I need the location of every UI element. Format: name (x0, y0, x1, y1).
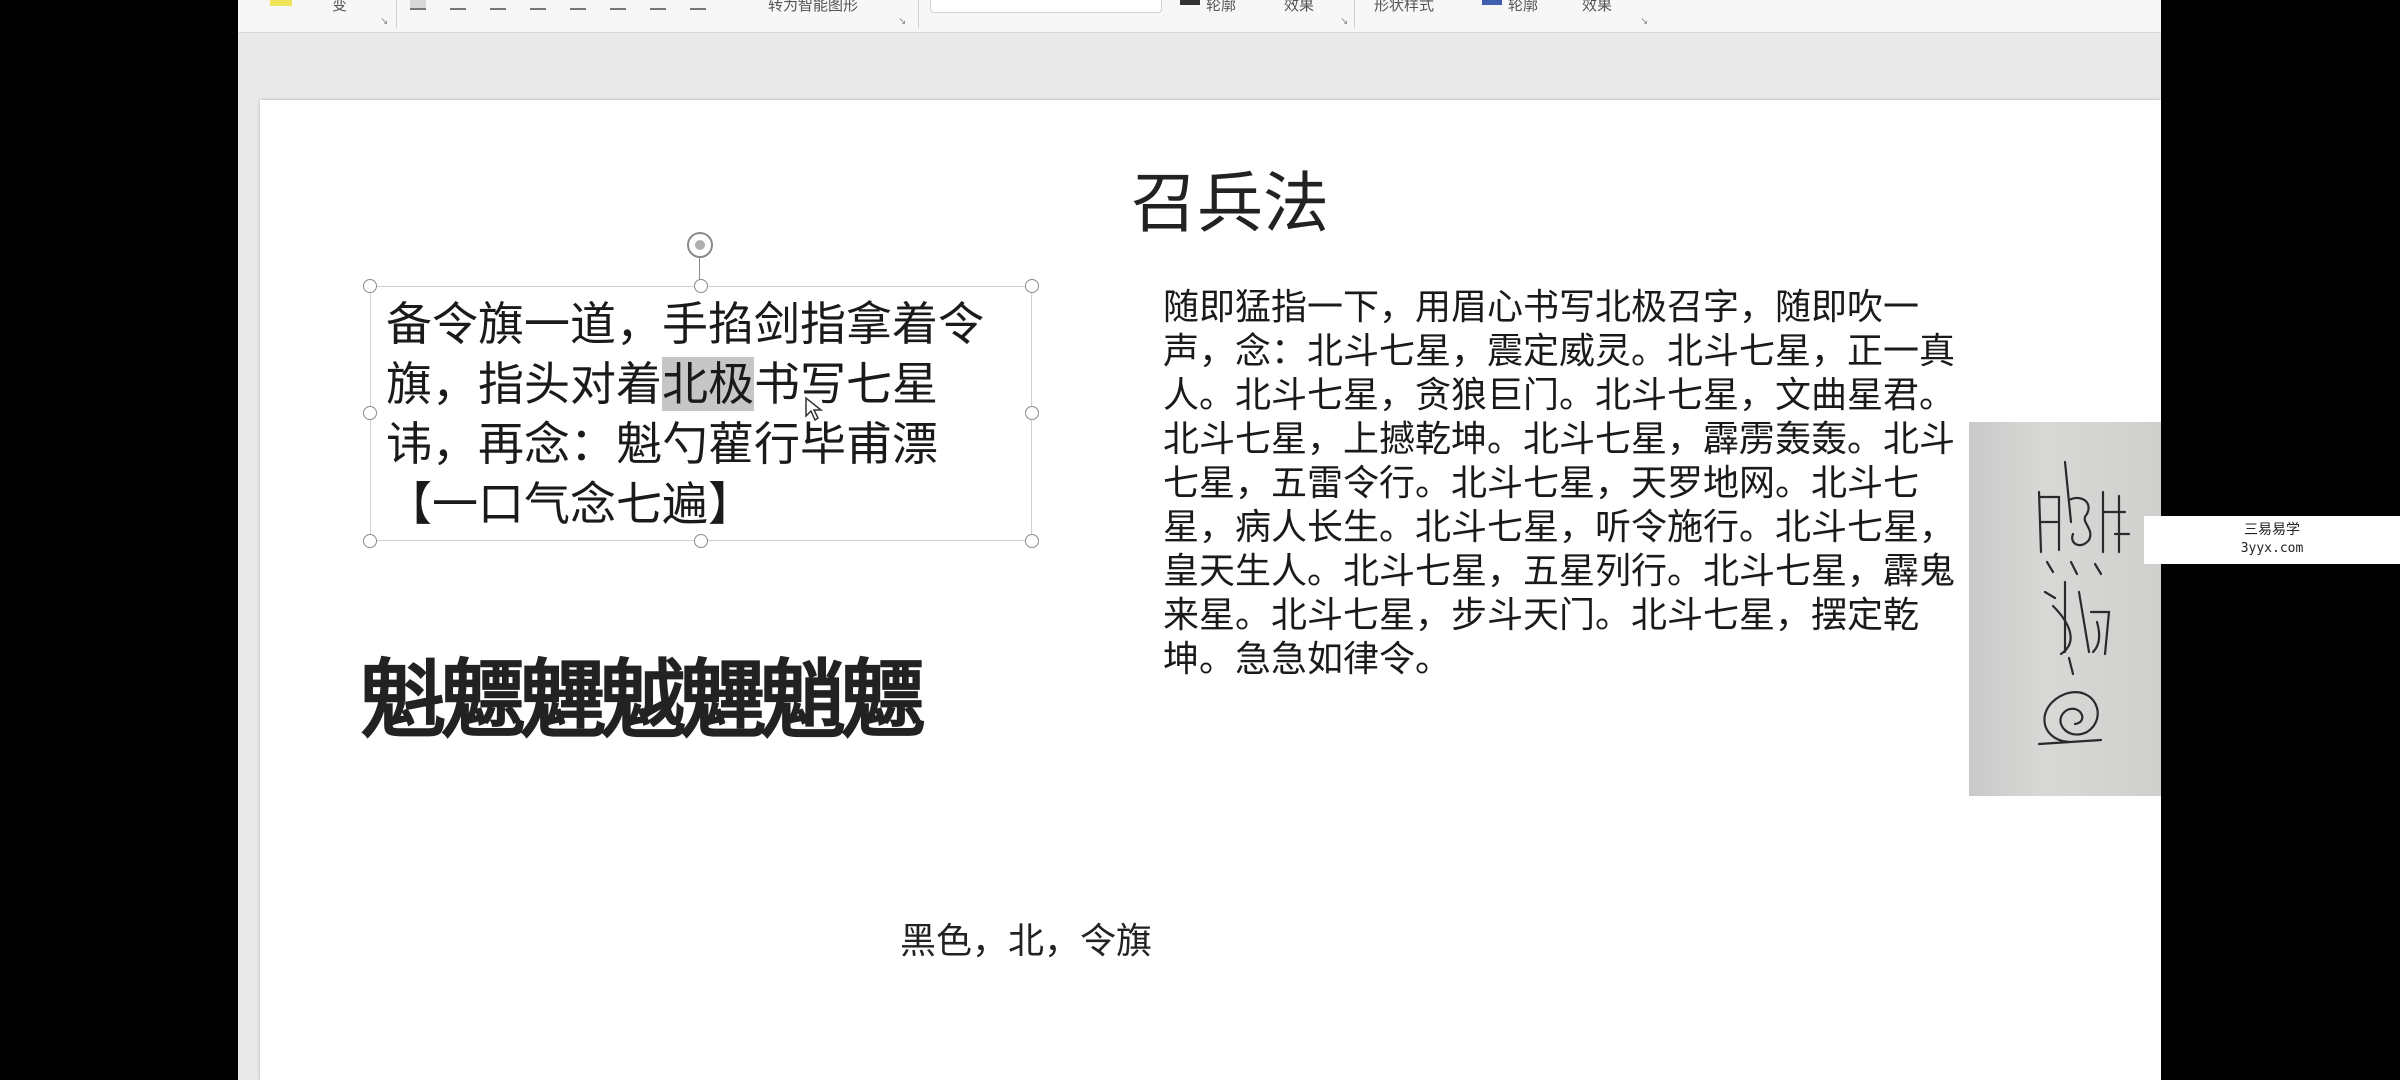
smartart-convert-button[interactable]: 转为智能图形 (768, 0, 858, 15)
rotate-handle-icon[interactable] (687, 232, 713, 258)
font-dialog-launcher-icon[interactable]: ↘ (380, 16, 388, 27)
shape-fill-icon[interactable] (1180, 0, 1200, 5)
align-left-icon[interactable] (410, 0, 426, 10)
paragraph-dialog-launcher-icon[interactable]: ↘ (898, 16, 906, 27)
justify-icon[interactable] (530, 0, 546, 10)
align-text-icon[interactable] (690, 0, 706, 10)
instruction-text[interactable]: 备令旗一道，手掐剑指拿着令旗，指头对着北极书写七星讳，再念：魁勺雚行毕甫漂【一口… (386, 294, 1026, 534)
ribbon-separator (1354, 0, 1355, 28)
text-outline-button[interactable]: 轮廓 (1508, 0, 1538, 15)
resize-handle-left[interactable] (363, 406, 377, 420)
shape-outline-button[interactable]: 轮廓 (1206, 0, 1236, 15)
watermark-url: 3yyx.com (2240, 541, 2304, 556)
slide-canvas[interactable]: 召兵法 备令旗一道，手掐剑指拿着令旗，指头对着北极书写七星讳，再念：魁勺雚行毕甫… (260, 100, 2161, 1080)
shape-gallery-box[interactable] (930, 0, 1162, 13)
resize-handle-top-right[interactable] (1025, 279, 1039, 293)
note-text[interactable]: 黑色，北，令旗 (900, 912, 1152, 964)
line-spacing-icon[interactable] (610, 0, 626, 10)
highlight-color-icon[interactable] (270, 0, 292, 6)
seven-star-taboo-characters[interactable]: 魁魒魓魆魓魈魒 (360, 630, 1080, 755)
wordart-dialog-launcher-icon[interactable]: ↘ (1640, 16, 1648, 27)
incantation-text[interactable]: 随即猛指一下，用眉心书写北极召字，随即吹一声，念：北斗七星，震定威灵。北斗七星，… (1163, 286, 1963, 682)
text-effects-button[interactable]: 效果 (1582, 0, 1612, 15)
align-right-icon[interactable] (490, 0, 506, 10)
ribbon-separator (918, 0, 919, 28)
ribbon-separator (396, 0, 397, 28)
columns-icon[interactable] (570, 0, 586, 10)
shape-styles-button[interactable]: 形状样式 (1374, 0, 1434, 15)
site-watermark: 三易易学 3yyx.com (2144, 516, 2400, 564)
slide-title[interactable]: 召兵法 (1080, 150, 1380, 246)
selected-text-box[interactable]: 备令旗一道，手掐剑指拿着令旗，指头对着北极书写七星讳，再念：魁勺雚行毕甫漂【一口… (363, 232, 1039, 548)
presentation-app-window: 变 ↘ 转为智能图形 ↘ 轮廓 效果 ↘ 形状样式 轮廓 效果 ↘ 召兵法 备令… (238, 0, 2161, 1080)
text-direction-icon[interactable] (650, 0, 666, 10)
align-center-icon[interactable] (450, 0, 466, 10)
talisman-glyph-icon (2037, 460, 2131, 746)
selected-text-highlight[interactable]: 北极 (662, 357, 754, 411)
mouse-cursor-icon (805, 396, 824, 422)
drawing-dialog-launcher-icon[interactable]: ↘ (1340, 16, 1348, 27)
resize-handle-top-left[interactable] (363, 279, 377, 293)
resize-handle-bottom-left[interactable] (363, 534, 377, 548)
resize-handle-top[interactable] (694, 279, 708, 293)
resize-handle-bottom-right[interactable] (1025, 534, 1039, 548)
resize-handle-bottom[interactable] (694, 534, 708, 548)
text-fill-icon[interactable] (1482, 0, 1502, 5)
watermark-title: 三易易学 (2244, 522, 2300, 538)
talisman-photo[interactable] (1969, 422, 2161, 796)
shape-effects-button[interactable]: 效果 (1284, 0, 1314, 15)
resize-handle-right[interactable] (1025, 406, 1039, 420)
font-size-change-button[interactable]: 变 (332, 0, 347, 15)
ribbon-toolbar: 变 ↘ 转为智能图形 ↘ 轮廓 效果 ↘ 形状样式 轮廓 效果 ↘ (238, 0, 2161, 33)
